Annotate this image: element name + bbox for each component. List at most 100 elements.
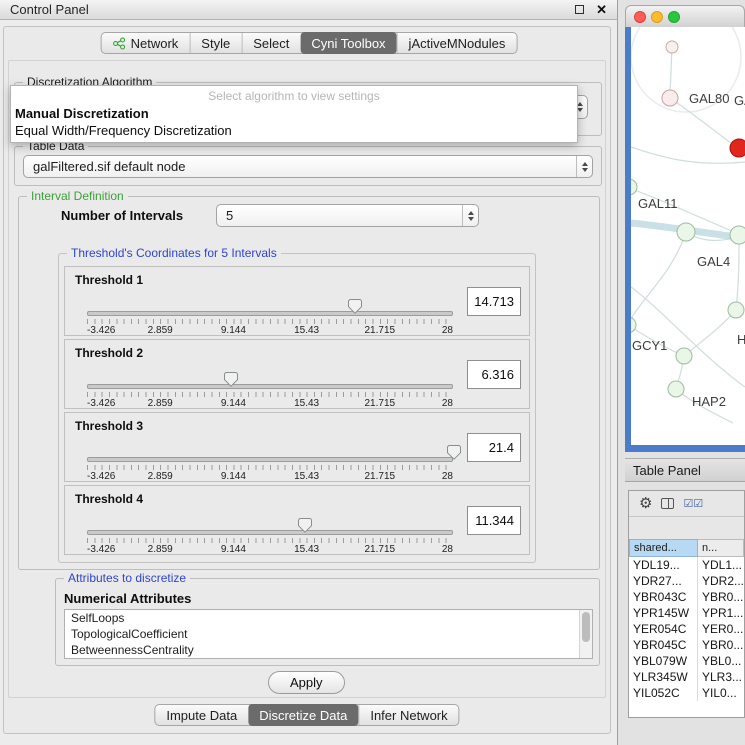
table-row[interactable]: YLR345WYLR3... [629, 669, 744, 685]
close-traffic-light[interactable] [634, 11, 646, 23]
threshold-1-panel: Threshold 1 -3.426 2.859 9.144 15.43 21.… [64, 266, 530, 336]
slider-thumb[interactable] [348, 299, 362, 314]
control-panel-window: Control Panel ✕ Network Style Select Cyn… [0, 0, 618, 745]
scrollbar-thumb[interactable] [582, 612, 590, 642]
num-intervals-value: 5 [217, 208, 462, 223]
table-data-combobox[interactable]: galFiltered.sif default node [23, 155, 593, 178]
node-label: GAL4 [697, 254, 730, 269]
close-icon[interactable]: ✕ [596, 3, 607, 16]
cell[interactable]: YBR043C [629, 589, 698, 605]
scale-label: 21.715 [365, 325, 396, 336]
numerical-attributes-heading: Numerical Attributes [64, 591, 191, 606]
slider-track[interactable] [87, 311, 453, 316]
select-columns-icon[interactable]: ☑☑ [683, 497, 703, 510]
tab-jactivemnodules[interactable]: jActiveMNodules [397, 33, 517, 53]
dropdown-option-manual-discretization[interactable]: Manual Discretization [11, 105, 577, 122]
minimize-traffic-light[interactable] [651, 11, 663, 23]
scale-label: -3.426 [87, 544, 115, 555]
show-columns-icon[interactable] [661, 498, 674, 509]
network-node[interactable] [662, 90, 678, 106]
threshold-4-value-field[interactable]: 11.344 [467, 506, 521, 535]
table-row[interactable]: YER054CYER0... [629, 621, 744, 637]
minimize-icon[interactable] [575, 5, 584, 14]
slider-track[interactable] [87, 457, 453, 462]
network-node[interactable] [631, 317, 636, 333]
scale-label: 28 [442, 471, 453, 482]
slider-track[interactable] [87, 384, 453, 389]
cell[interactable]: YDR2... [698, 573, 744, 589]
control-panel-titlebar[interactable]: Control Panel ✕ [0, 0, 617, 20]
cell[interactable]: YDR27... [629, 573, 698, 589]
column-header-shared-name[interactable]: shared... [629, 539, 698, 557]
cell[interactable]: YLR3... [698, 669, 744, 685]
table-row[interactable]: YDL19...YDL1... [629, 557, 744, 573]
slider-thumb[interactable] [224, 372, 238, 387]
list-item[interactable]: BetweennessCentrality [65, 642, 592, 658]
list-item[interactable]: SelfLoops [65, 610, 592, 626]
table-row[interactable]: YPR145WYPR1... [629, 605, 744, 621]
network-node[interactable] [728, 302, 744, 318]
table-row[interactable]: YIL052CYIL0... [629, 685, 744, 701]
tab-label: jActiveMNodules [409, 36, 506, 51]
threshold-1-value-field[interactable]: 14.713 [467, 287, 521, 316]
combo-stepper-icon[interactable] [576, 156, 592, 177]
network-node[interactable] [631, 179, 637, 195]
cell[interactable]: YER054C [629, 621, 698, 637]
cell[interactable]: YBL079W [629, 653, 698, 669]
cell[interactable]: YLR345W [629, 669, 698, 685]
cell[interactable]: YER0... [698, 621, 744, 637]
network-node[interactable] [730, 226, 745, 244]
table-panel-titlebar[interactable]: Table Panel [625, 458, 745, 482]
tab-label: Network [131, 36, 179, 51]
slider-track[interactable] [87, 530, 453, 535]
zoom-traffic-light[interactable] [668, 11, 680, 23]
slider-thumb[interactable] [298, 518, 312, 533]
network-node[interactable] [677, 223, 695, 241]
tab-style[interactable]: Style [189, 33, 241, 53]
cell[interactable]: YBL0... [698, 653, 744, 669]
cell[interactable]: YDL1... [698, 557, 744, 573]
network-canvas[interactable]: GAL80 GA GAL11 GAL4 GCY1 HAP2 H [631, 27, 745, 445]
list-item[interactable]: TopologicalCoefficient [65, 626, 592, 642]
slider-thumb[interactable] [447, 445, 461, 460]
cell[interactable]: YIL052C [629, 685, 698, 701]
threshold-2-value-field[interactable]: 6.316 [467, 360, 521, 389]
network-icon [113, 37, 126, 50]
table-row[interactable]: YBR045CYBR0... [629, 637, 744, 653]
slider-scale: -3.426 2.859 9.144 15.43 21.715 28 [87, 325, 453, 336]
scrollbar[interactable] [579, 610, 592, 658]
cell[interactable]: YBR0... [698, 637, 744, 653]
cell[interactable]: YPR1... [698, 605, 744, 621]
table-row[interactable]: YBR043CYBR0... [629, 589, 744, 605]
tab-cyni-toolbox[interactable]: Cyni Toolbox [300, 32, 396, 54]
num-intervals-combobox[interactable]: 5 [216, 204, 479, 227]
numerical-attributes-list: SelfLoops TopologicalCoefficient Between… [64, 609, 593, 659]
scale-label: -3.426 [87, 471, 115, 482]
cell[interactable]: YBR045C [629, 637, 698, 653]
cell[interactable]: YIL0... [698, 685, 744, 701]
tab-network[interactable]: Network [102, 33, 190, 53]
scale-label: -3.426 [87, 325, 115, 336]
network-node[interactable] [676, 348, 692, 364]
table-row[interactable]: YDR27...YDR2... [629, 573, 744, 589]
table-row[interactable]: YBL079WYBL0... [629, 653, 744, 669]
tab-impute-data[interactable]: Impute Data [155, 705, 248, 725]
dropdown-option-equal-width-frequency[interactable]: Equal Width/Frequency Discretization [11, 122, 577, 139]
tab-discretize-data[interactable]: Discretize Data [248, 704, 358, 726]
num-intervals-label: Number of Intervals [61, 208, 183, 223]
apply-button[interactable]: Apply [268, 671, 345, 694]
cell[interactable]: YDL19... [629, 557, 698, 573]
cell[interactable]: YPR145W [629, 605, 698, 621]
threshold-4-panel: Threshold 4 -3.426 2.859 9.144 15.43 21.… [64, 485, 530, 555]
table-settings-gear-icon[interactable]: ⚙ [639, 496, 652, 511]
network-node[interactable] [666, 41, 678, 53]
threshold-3-value-field[interactable]: 21.4 [467, 433, 521, 462]
cell[interactable]: YBR0... [698, 589, 744, 605]
combo-stepper-icon[interactable] [462, 205, 478, 226]
network-window-titlebar[interactable] [625, 5, 745, 27]
network-node-selected[interactable] [730, 139, 745, 157]
column-header-name[interactable]: n... [698, 539, 744, 557]
network-node[interactable] [668, 381, 684, 397]
tab-select[interactable]: Select [241, 33, 300, 53]
tab-infer-network[interactable]: Infer Network [358, 705, 458, 725]
